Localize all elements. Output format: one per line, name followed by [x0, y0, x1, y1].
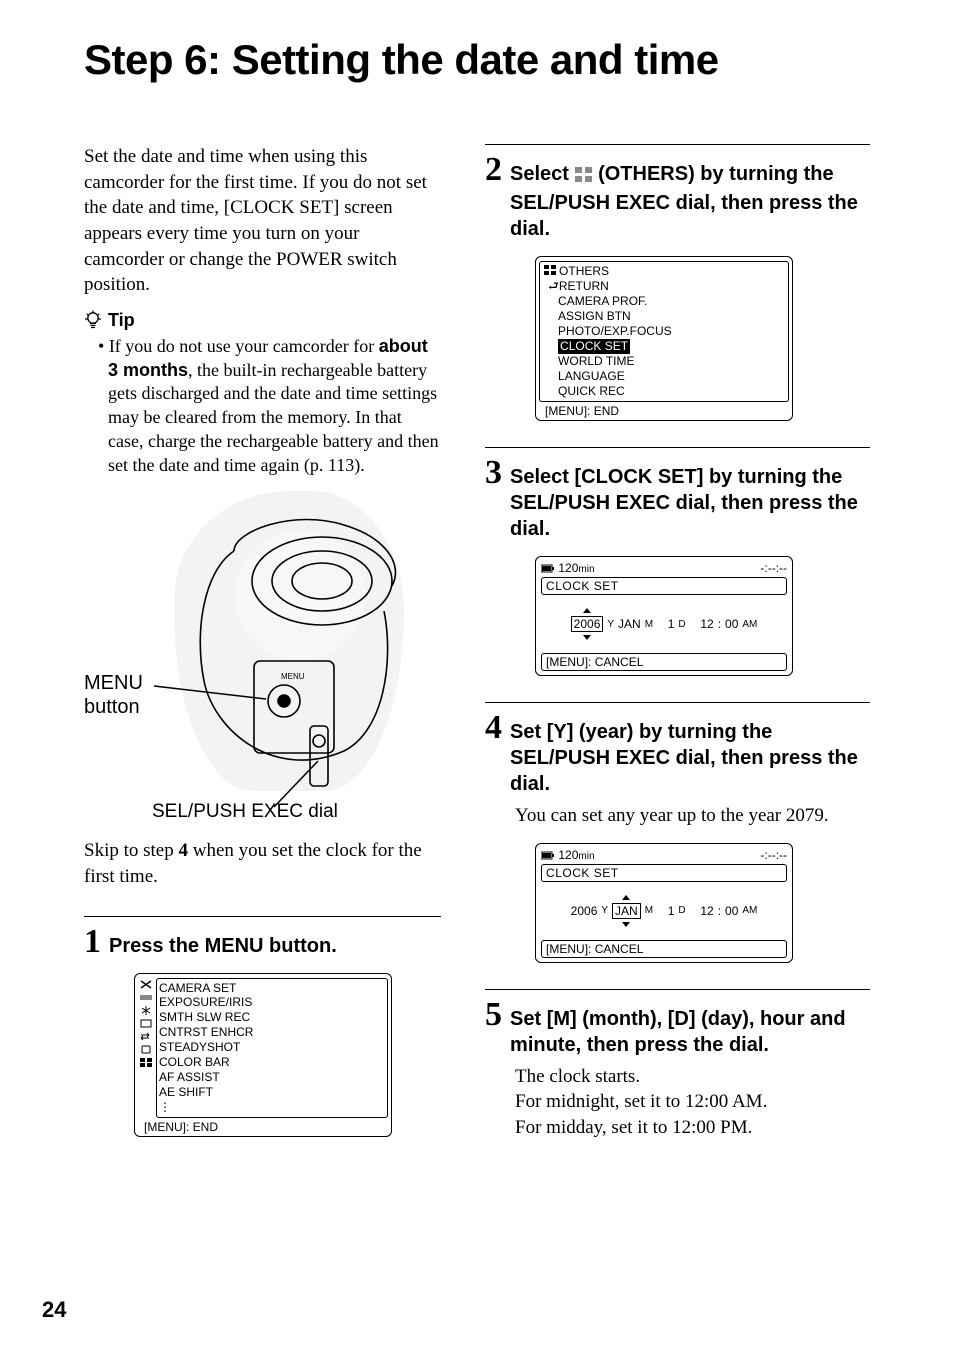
tip-text-a: If you do not use your camcorder for [109, 336, 379, 356]
lcd3-title: CLOCK SET [541, 577, 787, 595]
step-3: 3 Select [CLOCK SET] by turning the SEL/… [485, 458, 870, 676]
display-cat-icon [139, 1005, 153, 1016]
page-title: Step 6: Setting the date and time [84, 36, 870, 84]
step-4: 4 Set [Y] (year) by turning the SEL/PUSH… [485, 713, 870, 963]
battery-indicator: 120min [541, 848, 595, 862]
lcd-clockset-2: 120min -:--:-- CLOCK SET 2006 Y JAN M [535, 843, 793, 963]
separator [485, 702, 870, 703]
step-2: 2 Select (OTHERS) by turning the SEL/PUS… [485, 155, 870, 421]
step-5-body: The clock starts. For midnight, set it t… [515, 1064, 870, 1141]
step-3-number: 3 [485, 456, 502, 490]
month-field: JAN [612, 903, 641, 919]
camera-svg: MENU [84, 491, 404, 826]
lcd-clockset-1: 120min -:--:-- CLOCK SET 2006 Y JAN M [535, 556, 793, 676]
menu-button-label: MENU button [84, 671, 143, 719]
step-5-text: Set [M] (month), [D] (day), hour and min… [510, 1000, 870, 1058]
audio-cat-icon [139, 992, 153, 1003]
lcd2-footer: [MENU]: END [539, 404, 789, 418]
lcd4-footer: [MENU]: CANCEL [541, 940, 787, 958]
time-placeholder: -:--:-- [760, 561, 787, 575]
time-placeholder: -:--:-- [760, 848, 787, 862]
others-header-icon [544, 264, 556, 278]
menu-category-icons [139, 979, 153, 1068]
step-1-text: Press the MENU button. [109, 927, 337, 959]
inout-cat-icon [139, 1018, 153, 1029]
step-2-text: Select (OTHERS) by turning the SEL/PUSH … [510, 155, 870, 242]
battery-indicator: 120min [541, 561, 595, 575]
arrows-cat-icon [139, 1031, 153, 1042]
lcd2-highlight: CLOCK SET [558, 339, 630, 354]
lcd1-items: EXPOSURE/IRIS SMTH SLW REC CNTRST ENHCR … [159, 995, 385, 1115]
svg-text:MENU: MENU [281, 672, 305, 681]
tip-label: Tip [108, 310, 135, 331]
separator [485, 989, 870, 990]
step-4-number: 4 [485, 711, 502, 745]
lcd3-footer: [MENU]: CANCEL [541, 653, 787, 671]
camera-illustration: MENU MENU button SEL/PUSH EXEC dial [84, 491, 404, 826]
lcd4-date-row: 2006 Y JAN M 1 D 12:00 AM [571, 903, 758, 919]
skip-note: Skip to step 4 when you set the clock fo… [84, 838, 441, 889]
year-field: 2006 [571, 616, 604, 632]
camera-cat-icon [139, 979, 153, 990]
step-5: 5 Set [M] (month), [D] (day), hour and m… [485, 1000, 870, 1141]
tip-bullet: • [98, 336, 104, 356]
step-5-number: 5 [485, 998, 502, 1032]
step-4-body: You can set any year up to the year 2079… [515, 803, 870, 829]
lcd4-title: CLOCK SET [541, 864, 787, 882]
separator [485, 447, 870, 448]
others-icon [575, 164, 593, 190]
lcd-others-menu: OTHERS ⮐RETURN CAMERA PROF. ASSIGN BTN P… [535, 256, 793, 421]
lcd-camera-menu: CAMERA SET EXPOSURE/IRIS SMTH SLW REC CN… [134, 973, 392, 1137]
skip-step-num: 4 [178, 840, 188, 861]
memory-cat-icon [139, 1044, 153, 1055]
lcd3-date-row: 2006 Y JAN M 1 D 12:00 AM [571, 616, 758, 632]
lcd1-header: CAMERA SET [159, 981, 236, 995]
separator [485, 144, 870, 145]
lcd1-footer: [MENU]: END [138, 1120, 388, 1134]
step-1: 1 Press the MENU button. [84, 927, 441, 1137]
step-2-number: 2 [485, 153, 502, 187]
lcd2-items: ⮐RETURN CAMERA PROF. ASSIGN BTN PHOTO/EX… [558, 279, 784, 399]
skip-a: Skip to step [84, 840, 178, 861]
lcd2-header: OTHERS [559, 264, 609, 278]
step-1-number: 1 [84, 925, 101, 959]
separator [84, 916, 441, 917]
tip-body: • If you do not use your camcorder for a… [98, 335, 441, 478]
step-3-text: Select [CLOCK SET] by turning the SEL/PU… [510, 458, 870, 542]
sel-push-exec-label: SEL/PUSH EXEC dial [152, 801, 338, 823]
step-4-text: Set [Y] (year) by turning the SEL/PUSH E… [510, 713, 870, 797]
page-number: 24 [42, 1297, 66, 1323]
others-cat-icon [139, 1057, 153, 1068]
intro-paragraph: Set the date and time when using this ca… [84, 144, 441, 298]
tip-bulb-icon [84, 310, 102, 330]
